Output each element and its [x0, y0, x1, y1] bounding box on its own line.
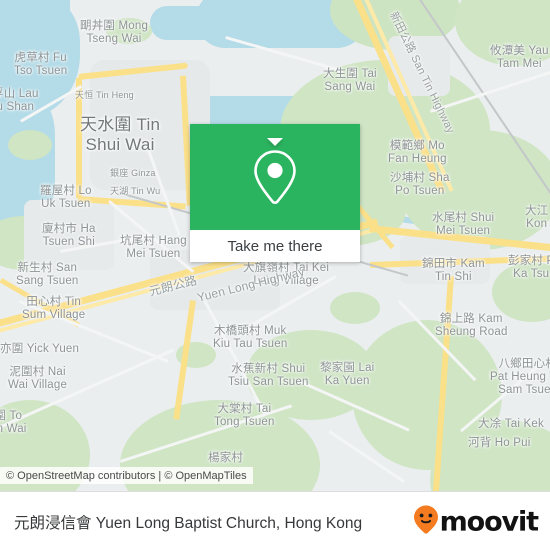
page-title: 元朗浸信會 Yuen Long Baptist Church, Hong Kon… — [14, 514, 363, 532]
callout-pointer-tail — [267, 138, 283, 146]
map-label-pat-heung: 八鄉田心村 Pat Heung Tin Sam Tsuen — [490, 358, 550, 397]
map-label-tai-tong-tsuen: 大棠村 Tai Tong Tsuen — [214, 403, 275, 429]
map-label-yuen-long-hw-cn: 元朗公路 — [147, 273, 199, 299]
map-label-fu-tso-tsuen: 虎草村 Fu Tso Tsuen — [14, 52, 68, 78]
map-label-shui-tsiu-san: 水蕉新村 Shui Tsiu San Tsuen — [228, 363, 309, 389]
map-label-nai-wai-village: 泥圍村 Nai Wai Village — [8, 366, 68, 392]
map-label-sha-po-tsuen: 沙埔村 Sha Po Tsuen — [390, 172, 450, 198]
map-label-ha-tsuen-shi: 廈村市 Ha Tsuen Shi — [42, 223, 96, 249]
moovit-wordmark: moovit — [439, 506, 540, 537]
map-label-tin-shui-wai: 天水圍 Tin Shui Wai — [80, 115, 161, 154]
map-label-lai-ka-yuen: 黎家園 Lai Ka Yuen — [320, 362, 375, 388]
map-label-tai-sang-wai: 大生圍 Tai Sang Wai — [323, 68, 377, 94]
map-label-hang-mei-tsuen: 坑尾村 Hang Mei Tsuen — [120, 235, 187, 261]
moovit-logo[interactable]: moovit — [413, 504, 540, 539]
map-label-muk-kiu-tau: 木橋頭村 Muk Kiu Tau Tsuen — [213, 325, 288, 351]
map-label-tai-kek: 大凃 Tai Kek — [478, 418, 544, 430]
map-label-lo-uk-tsuen: 羅屋村 Lo Uk Tsuen — [40, 185, 92, 211]
map-attribution[interactable]: © OpenStreetMap contributors | © OpenMap… — [0, 467, 253, 484]
map-label-to-yuen-wai: 圍 To en Wai — [0, 410, 27, 436]
map-label-lau-fau-shan: 浮山 Lau u Shan — [0, 88, 39, 114]
map-label-yeung-ka-tsuen: 楊家村 — [208, 452, 244, 464]
map-label-tin-sum-village: 田心村 Tin Sum Village — [22, 296, 86, 322]
map-label-mong-tseng-wai: 朙丼圍 Mong Tseng Wai — [80, 20, 149, 46]
take-me-there-button[interactable]: Take me there — [190, 230, 360, 262]
map-screenshot: 朙丼圍 Mong Tseng Wai 虎草村 Fu Tso Tsuen 浮山 Lau… — [0, 0, 550, 550]
map-label-tin-heng: 天恒 Tin Heng — [75, 90, 134, 100]
map-label-san-tin-highway: 新田公路 San Tin Highway — [387, 10, 457, 136]
map-label-shui-mei-tsuen: 水尾村 Shui Mei Tsuen — [432, 212, 495, 238]
map-label-tin-wu: 天湖 Tin Wu — [110, 186, 161, 196]
location-pin-icon — [251, 148, 299, 206]
map-label-kam-tin-shi: 錦田市 Kam Tin Shi — [422, 258, 485, 284]
map-label-san-sang-tsuen: 新生村 San Sang Tsuen — [16, 262, 79, 288]
map-label-yau-tam-mei: 攸潭美 Yau Tam Mei — [490, 45, 549, 71]
map-label-tai-kong: 大江 Kon — [525, 205, 549, 231]
map-label-ho-pui: 河背 Ho Pui — [468, 437, 531, 449]
map-label-pang-ka-tsuen: 彭家村 P Ka Tsu — [508, 255, 550, 281]
map-label-yick-yuen: 亦圍 Yick Yuen — [0, 343, 80, 355]
map-label-ginza: 銀座 Ginza — [110, 168, 156, 178]
footer-bar: 元朗浸信會 Yuen Long Baptist Church, Hong Kon… — [0, 491, 550, 550]
map-label-kam-sheung-road: 錦上路 Kam Sheung Road — [435, 313, 508, 339]
moovit-pin-smiley-icon — [413, 504, 439, 539]
map-canvas[interactable]: 朙丼圍 Mong Tseng Wai 虎草村 Fu Tso Tsuen 浮山 Lau… — [0, 0, 550, 491]
map-label-mo-fan-heung: 模範鄉 Mo Fan Heung — [388, 140, 447, 166]
